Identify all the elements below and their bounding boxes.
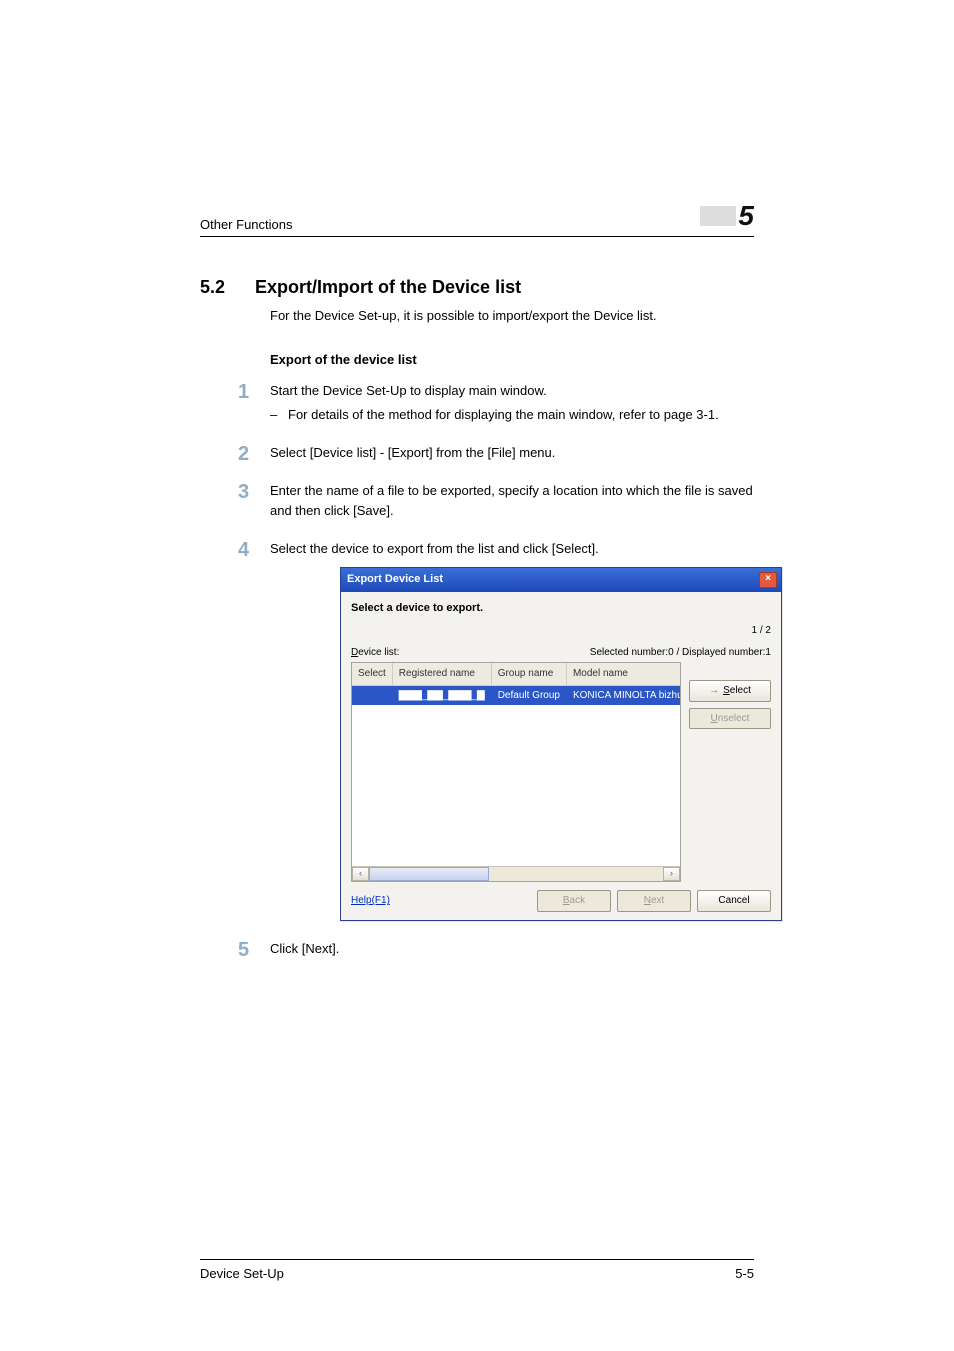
list-count: Selected number:0 / Displayed number:1 [590,645,771,661]
device-table-container[interactable]: Select Registered name Group name Model … [351,662,681,882]
step-3: 3 Enter the name of a file to be exporte… [200,481,754,521]
select-button-label: Select [723,683,751,699]
list-area: Select Registered name Group name Model … [351,662,771,882]
footer-right: 5-5 [735,1266,754,1281]
device-table[interactable]: Select Registered name Group name Model … [352,663,681,705]
help-link[interactable]: Help(F1) [351,893,390,909]
step-text: Select [Device list] - [Export] from the… [270,445,555,460]
subheading: Export of the device list [270,352,754,367]
chapter-shade [700,206,736,226]
next-button[interactable]: Next [617,890,691,912]
chapter-number: 5 [738,200,754,232]
dialog-titlebar[interactable]: Export Device List × [341,568,781,592]
step-text: Enter the name of a file to be exported,… [270,483,753,518]
dialog-instruction: Select a device to export. [351,600,771,617]
step-2: 2 Select [Device list] - [Export] from t… [200,443,754,463]
side-buttons: → Select Unselect [689,662,771,882]
page-header: Other Functions 5 [200,200,754,237]
dialog-title: Export Device List [347,571,443,588]
back-button-label: Back [563,893,585,909]
section-heading: 5.2 Export/Import of the Device list [200,277,754,298]
page-count: 1 / 2 [351,623,771,639]
select-button[interactable]: → Select [689,680,771,702]
horizontal-scrollbar[interactable]: ‹ › [352,866,680,881]
section-number: 5.2 [200,277,225,298]
dialog-footer: Help(F1) Back Next Cancel [351,890,771,912]
scroll-thumb[interactable] [369,867,489,881]
export-device-list-dialog: Export Device List × Select a device to … [340,567,782,921]
cancel-button[interactable]: Cancel [697,890,771,912]
col-registered-name[interactable]: Registered name [392,663,491,685]
cell-select [352,685,392,705]
back-button[interactable]: Back [537,890,611,912]
chapter-block: 5 [700,200,754,232]
next-button-label: Next [644,893,665,909]
cell-model-name: KONICA MINOLTA bizhub C3 [566,685,681,705]
footer-buttons: Back Next Cancel [537,890,771,912]
table-header: Select Registered name Group name Model … [352,663,681,685]
page-footer: Device Set-Up 5-5 [200,1259,754,1281]
footer-left: Device Set-Up [200,1266,284,1281]
dialog-body: Select a device to export. 1 / 2 Device … [341,592,781,920]
step-text: Start the Device Set-Up to display main … [270,383,547,398]
step-5: 5 Click [Next]. [200,939,754,959]
step-1-substep: For details of the method for displaying… [270,405,754,425]
list-label-row: Device list: Selected number:0 / Display… [351,645,771,661]
close-icon[interactable]: × [759,572,777,588]
cell-registered-name: ▇▇▇_▇▇_▇▇▇_▇ [392,685,491,705]
step-1: 1 Start the Device Set-Up to display mai… [200,381,754,425]
table-row[interactable]: ▇▇▇_▇▇_▇▇▇_▇ Default Group KONICA MINOLT… [352,685,681,705]
unselect-button-label: Unselect [711,711,750,727]
steps-list: 1 Start the Device Set-Up to display mai… [200,381,754,960]
step-number: 5 [238,935,249,966]
section-title: Export/Import of the Device list [255,277,521,298]
step-text: Select the device to export from the lis… [270,541,599,556]
step-number: 4 [238,535,249,566]
scroll-right-icon[interactable]: › [663,867,680,881]
step-number: 2 [238,439,249,470]
step-number: 1 [238,377,249,408]
scroll-track[interactable] [369,867,663,881]
col-select[interactable]: Select [352,663,392,685]
col-model-name[interactable]: Model name [566,663,681,685]
step-4: 4 Select the device to export from the l… [200,539,754,921]
step-text: Click [Next]. [270,941,339,956]
arrow-right-icon: → [709,683,719,699]
step-number: 3 [238,477,249,508]
unselect-button[interactable]: Unselect [689,708,771,730]
section-intro: For the Device Set-up, it is possible to… [270,306,754,326]
device-list-label: Device list: [351,645,399,661]
dialog-screenshot: Export Device List × Select a device to … [340,567,754,921]
breadcrumb: Other Functions [200,217,293,232]
cell-group-name: Default Group [491,685,566,705]
scroll-left-icon[interactable]: ‹ [352,867,369,881]
col-group-name[interactable]: Group name [491,663,566,685]
